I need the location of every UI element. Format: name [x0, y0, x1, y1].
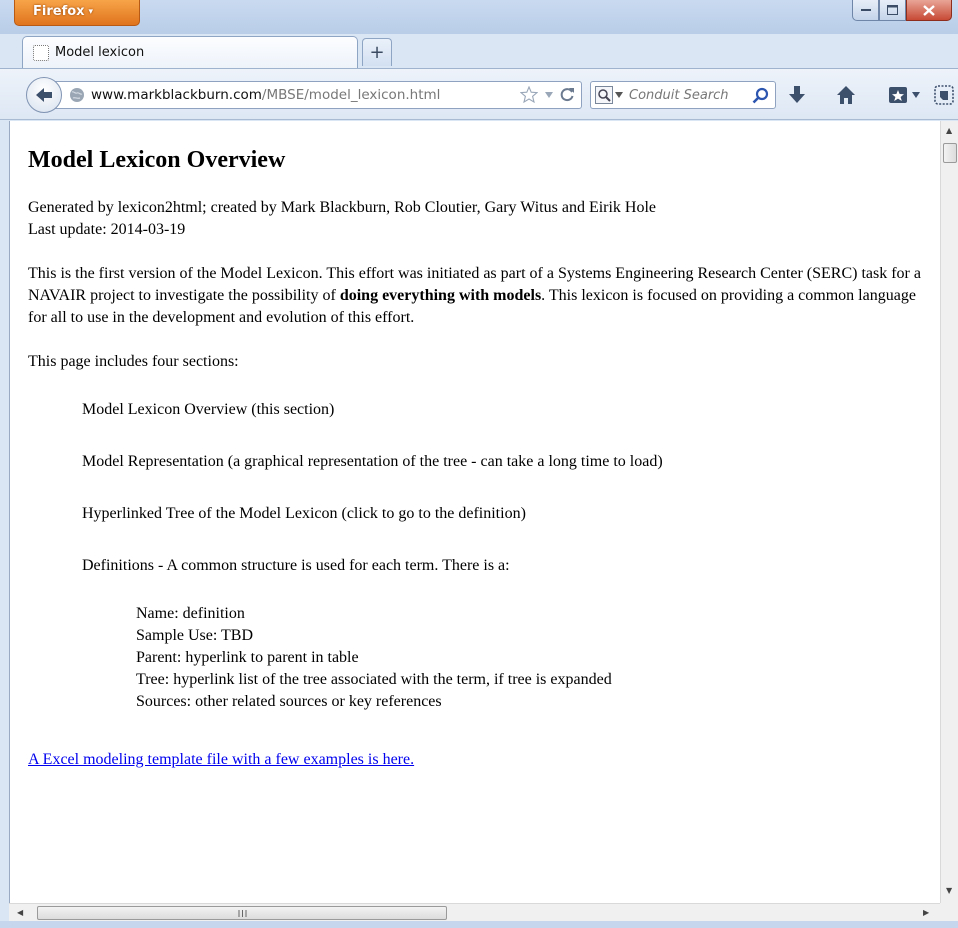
- section-item: Model Lexicon Overview (this section): [82, 401, 335, 418]
- intro-paragraph: This is the first version of the Model L…: [28, 263, 935, 329]
- last-update-line: Last update: 2014-03-19: [28, 221, 186, 238]
- definition-field: Name: definition: [136, 605, 245, 622]
- evernote-icon[interactable]: [934, 85, 954, 105]
- navigation-toolbar: www.markblackburn.com/MBSE/model_lexicon…: [0, 68, 958, 120]
- minimize-icon: [860, 9, 871, 11]
- back-arrow-icon: [36, 88, 52, 102]
- tab-title: Model lexicon: [55, 45, 145, 60]
- url-path: /MBSE/model_lexicon.html: [261, 87, 441, 103]
- minimize-button[interactable]: [852, 0, 879, 21]
- sections-intro: This page includes four sections:: [28, 353, 239, 370]
- excel-template-link[interactable]: A Excel modeling template file with a fe…: [28, 751, 414, 768]
- download-arrow-icon[interactable]: [788, 85, 806, 105]
- section-item: Hyperlinked Tree of the Model Lexicon (c…: [82, 505, 526, 522]
- plus-icon: +: [369, 42, 385, 63]
- back-button[interactable]: [26, 77, 62, 113]
- search-placeholder: Conduit Search: [629, 87, 729, 103]
- dropdown-arrow-icon: [615, 92, 623, 98]
- definition-field: Sources: other related sources or key re…: [136, 693, 442, 710]
- section-item: Model Representation (a graphical repres…: [82, 453, 663, 470]
- page-title: Model Lexicon Overview: [28, 147, 286, 173]
- maximize-icon: [887, 5, 898, 15]
- scroll-down-icon[interactable]: ▼: [946, 887, 952, 895]
- close-button[interactable]: [906, 0, 952, 21]
- credits-block: Generated by lexicon2html; created by Ma…: [28, 197, 935, 241]
- scrollbar-corner: [940, 903, 958, 921]
- firefox-menu-label: Firefox: [33, 4, 85, 19]
- star-icon[interactable]: [520, 86, 538, 103]
- horizontal-scrollbar[interactable]: ◀ ▶: [9, 903, 940, 921]
- definition-fields: Name: definition Sample Use: TBD Parent:…: [28, 603, 935, 713]
- bookmarks-dropdown-icon[interactable]: [912, 92, 920, 98]
- scroll-right-icon[interactable]: ▶: [923, 909, 929, 917]
- bookmarks-icon[interactable]: [888, 85, 908, 105]
- credits-line: Generated by lexicon2html; created by Ma…: [28, 199, 657, 216]
- firefox-menu-button[interactable]: Firefox ▾: [14, 0, 140, 26]
- tab-model-lexicon[interactable]: Model lexicon: [22, 36, 358, 68]
- window-bottom-frame: [0, 921, 958, 928]
- vertical-scrollbar[interactable]: ▲ ▼: [940, 121, 958, 903]
- definition-field: Tree: hyperlink list of the tree associa…: [136, 671, 612, 688]
- definition-field: Sample Use: TBD: [136, 627, 254, 644]
- page-content: Model Lexicon Overview Generated by lexi…: [10, 121, 935, 771]
- horizontal-scroll-thumb[interactable]: [37, 906, 447, 920]
- search-engine-selector[interactable]: [595, 86, 623, 104]
- magnifier-icon[interactable]: [752, 87, 769, 104]
- search-engine-icon: [595, 86, 613, 104]
- grip-icon: [238, 909, 246, 917]
- section-item: Definitions - A common structure is used…: [82, 557, 510, 574]
- url-bar-actions: [520, 86, 575, 103]
- vertical-scroll-thumb[interactable]: [943, 143, 957, 163]
- definition-field: Parent: hyperlink to parent in table: [136, 649, 359, 666]
- history-dropdown-icon[interactable]: [544, 91, 554, 99]
- url-bar[interactable]: www.markblackburn.com/MBSE/model_lexicon…: [44, 81, 582, 109]
- home-icon[interactable]: [836, 85, 856, 105]
- new-tab-button[interactable]: +: [362, 38, 392, 66]
- blank-page-icon: [33, 44, 49, 61]
- scroll-up-icon[interactable]: ▲: [946, 127, 952, 135]
- scroll-left-icon[interactable]: ◀: [17, 909, 23, 917]
- reload-icon[interactable]: [560, 87, 575, 102]
- window-controls: [852, 0, 952, 22]
- url-domain: www.markblackburn.com: [91, 87, 262, 103]
- firefox-menu-arrow-icon: ▾: [88, 7, 94, 17]
- window-titlebar: Firefox ▾: [0, 0, 958, 34]
- intro-emphasis: doing everything with models: [339, 287, 542, 304]
- close-icon: [923, 4, 935, 16]
- search-bar[interactable]: Conduit Search: [590, 81, 776, 109]
- globe-icon: [70, 88, 84, 102]
- maximize-button[interactable]: [879, 0, 906, 21]
- page-viewport: Model Lexicon Overview Generated by lexi…: [9, 121, 940, 903]
